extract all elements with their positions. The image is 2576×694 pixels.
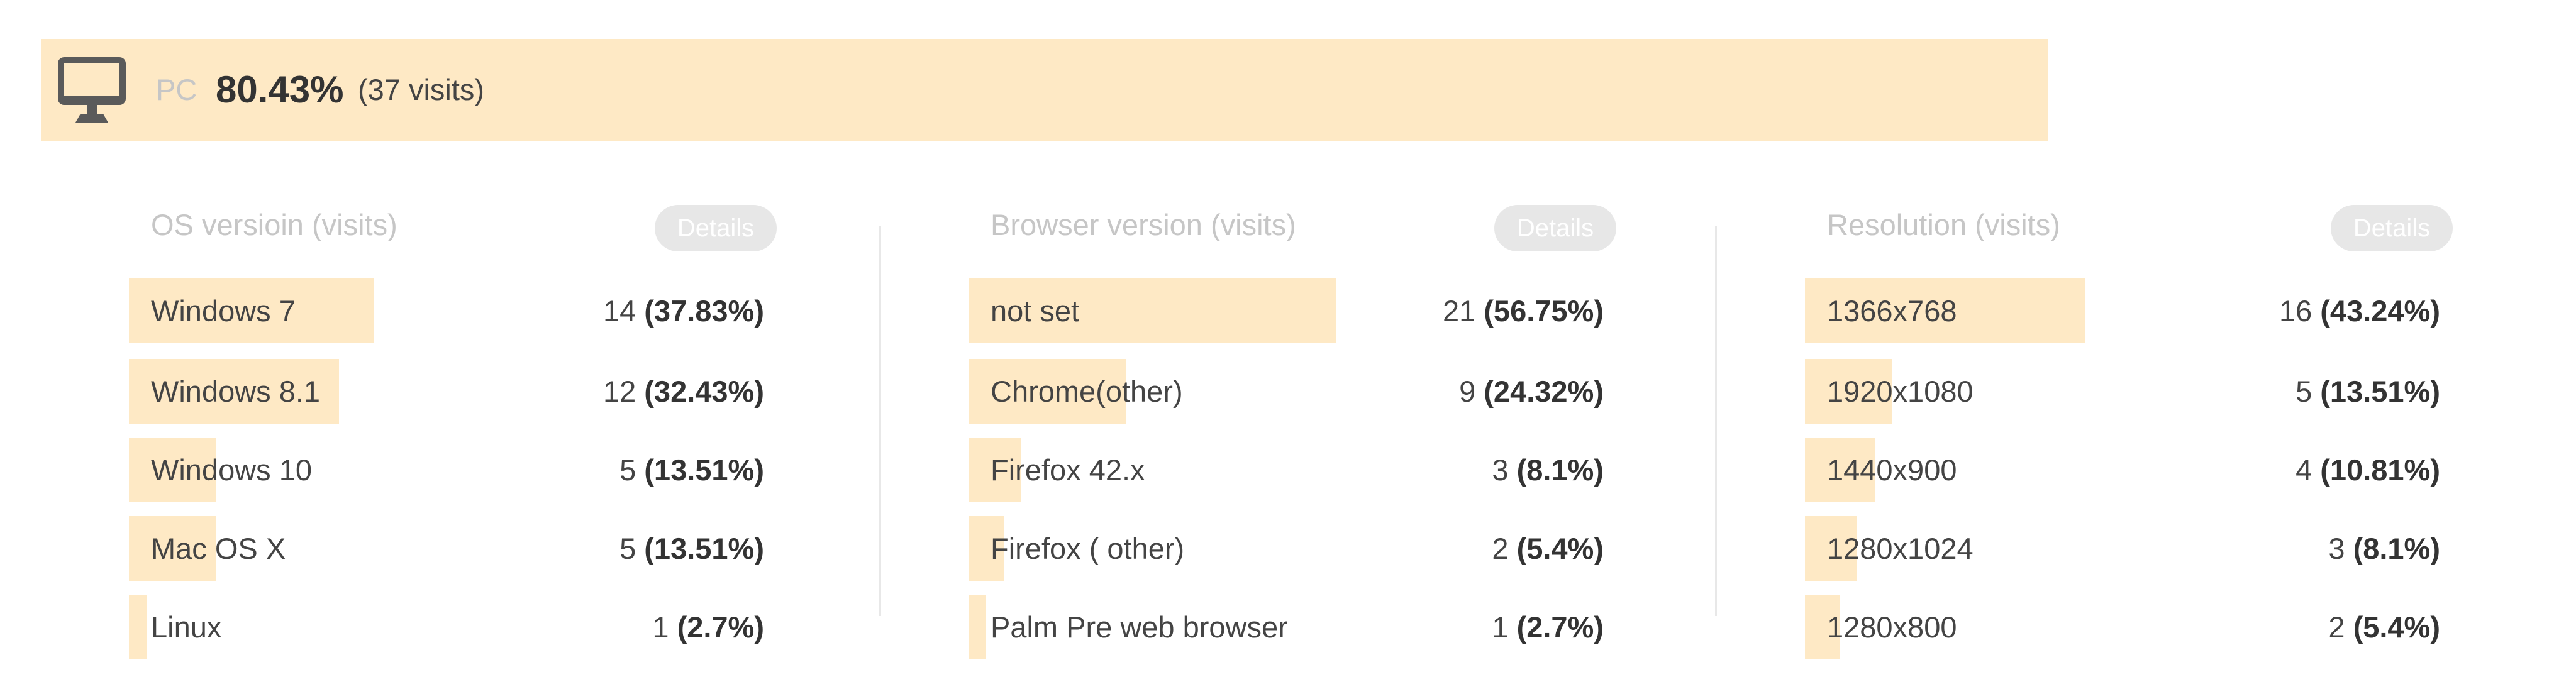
row-value: 5 (13.51%)	[619, 453, 764, 487]
details-button[interactable]: Details	[2331, 205, 2453, 251]
panel-title: Browser version (visits)	[991, 208, 1296, 241]
row-value: 5 (13.51%)	[2296, 375, 2440, 408]
list-item: Windows 7 14 (37.83%)	[129, 278, 777, 343]
resolution-panel: Resolution (visits) Details 1366x768 16 …	[1805, 201, 2465, 666]
list-item: Chrome(other) 9 (24.32%)	[969, 359, 1616, 424]
row-label: Windows 7	[151, 294, 296, 328]
list-item: not set 21 (56.75%)	[969, 278, 1616, 343]
device-visits: (37 visits)	[358, 73, 485, 106]
row-value: 12 (32.43%)	[602, 375, 764, 408]
device-label: PC	[156, 73, 197, 106]
row-value: 2 (5.4%)	[1492, 532, 1604, 565]
list-item: 1440x900 4 (10.81%)	[1805, 438, 2453, 502]
row-value: 1 (2.7%)	[652, 610, 764, 644]
share-bar	[969, 595, 986, 659]
row-label: Windows 10	[151, 453, 312, 487]
row-label: 1440x900	[1827, 453, 1957, 487]
row-value: 16 (43.24%)	[2279, 294, 2440, 328]
list-item: Palm Pre web browser 1 (2.7%)	[969, 595, 1616, 659]
row-value: 14 (37.83%)	[602, 294, 764, 328]
list-item: 1366x768 16 (43.24%)	[1805, 278, 2453, 343]
desktop-monitor-icon	[58, 57, 126, 123]
row-label: 1366x768	[1827, 294, 1957, 328]
panel-title: Resolution (visits)	[1827, 208, 2060, 241]
os-version-panel: OS versioin (visits) Details Windows 7 1…	[129, 201, 789, 666]
row-value: 9 (24.32%)	[1459, 375, 1604, 408]
panel-title: OS versioin (visits)	[151, 208, 397, 241]
share-bar	[129, 595, 147, 659]
row-label: not set	[991, 294, 1080, 328]
list-item: Firefox 42.x 3 (8.1%)	[969, 438, 1616, 502]
browser-version-panel: Browser version (visits) Details not set…	[969, 201, 1629, 666]
row-value: 2 (5.4%)	[2328, 610, 2440, 644]
row-label: Firefox ( other)	[991, 532, 1185, 565]
list-item: Windows 10 5 (13.51%)	[129, 438, 777, 502]
row-label: Linux	[151, 610, 222, 644]
row-value: 4 (10.81%)	[2296, 453, 2440, 487]
list-item: Mac OS X 5 (13.51%)	[129, 516, 777, 581]
list-item: 1280x1024 3 (8.1%)	[1805, 516, 2453, 581]
row-label: 1920x1080	[1827, 375, 1974, 408]
list-item: 1920x1080 5 (13.51%)	[1805, 359, 2453, 424]
details-button[interactable]: Details	[655, 205, 777, 251]
row-label: Mac OS X	[151, 532, 286, 565]
row-value: 21 (56.75%)	[1442, 294, 1604, 328]
list-item: 1280x800 2 (5.4%)	[1805, 595, 2453, 659]
row-label: 1280x800	[1827, 610, 1957, 644]
row-label: Windows 8.1	[151, 375, 321, 408]
panel-divider	[879, 226, 881, 616]
device-summary-bar: PC 80.43% (37 visits)	[41, 39, 2048, 141]
row-label: Palm Pre web browser	[991, 610, 1288, 644]
row-value: 3 (8.1%)	[2328, 532, 2440, 565]
row-label: Chrome(other)	[991, 375, 1183, 408]
panel-divider	[1715, 226, 1717, 616]
list-item: Firefox ( other) 2 (5.4%)	[969, 516, 1616, 581]
list-item: Windows 8.1 12 (32.43%)	[129, 359, 777, 424]
details-button[interactable]: Details	[1494, 205, 1616, 251]
row-label: 1280x1024	[1827, 532, 1974, 565]
row-value: 1 (2.7%)	[1492, 610, 1604, 644]
row-value: 3 (8.1%)	[1492, 453, 1604, 487]
row-value: 5 (13.51%)	[619, 532, 764, 565]
list-item: Linux 1 (2.7%)	[129, 595, 777, 659]
row-label: Firefox 42.x	[991, 453, 1145, 487]
device-percent: 80.43%	[216, 69, 344, 111]
